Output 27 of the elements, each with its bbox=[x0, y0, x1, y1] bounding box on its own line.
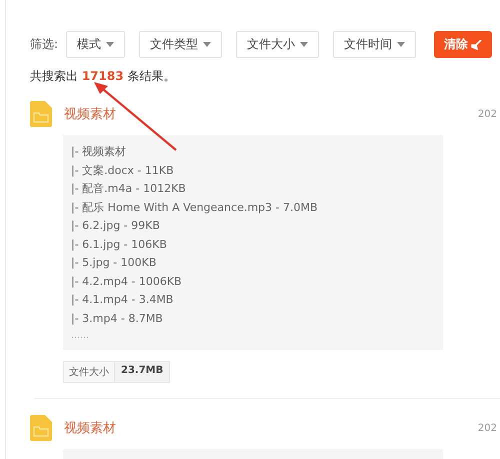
file-entry: |- 4.1.mp4 - 3.4MB bbox=[71, 292, 174, 308]
file-entry: |- 配音.m4a - 1012KB bbox=[71, 181, 187, 197]
filter-dropdown[interactable]: 模式 bbox=[66, 31, 126, 58]
caret-icon bbox=[300, 42, 308, 47]
filter-dropdown[interactable]: 文件类型 bbox=[139, 31, 222, 58]
result-date: 202 bbox=[478, 422, 497, 434]
file-entry: |- 配乐 Home With A Vengeance.mp3 - 7.0MB bbox=[71, 200, 319, 216]
caret-icon bbox=[203, 42, 212, 47]
caret-icon bbox=[397, 42, 406, 47]
file-entry: |- 6.1.jpg - 106KB bbox=[71, 236, 168, 253]
filter-dropdown[interactable]: 文件大小 bbox=[236, 31, 320, 58]
file-entry: |- 4.2.mp4 - 1006KB bbox=[71, 274, 183, 290]
caret-icon bbox=[106, 42, 114, 47]
file-entry: |- 视频素材 bbox=[71, 144, 128, 160]
result-date: 202 bbox=[478, 108, 497, 120]
result-count-text: 共搜索出 17183 条结果。 bbox=[30, 68, 176, 85]
file-entry: |- 文案.docx - 11KB bbox=[71, 162, 175, 179]
filter-label: 筛选: bbox=[30, 36, 58, 53]
folder-file-icon bbox=[30, 415, 52, 441]
file-entry: |- 5.jpg - 100KB bbox=[71, 255, 158, 271]
broom-icon bbox=[471, 40, 482, 50]
file-entry: |- 6.2.jpg - 99KB bbox=[71, 218, 161, 234]
filter-dropdown[interactable]: 文件时间 bbox=[333, 31, 416, 58]
tag-value: 23.7MB bbox=[115, 362, 170, 382]
file-entry: |- 3.mp4 - 8.7MB bbox=[71, 310, 164, 327]
folder-file-icon bbox=[30, 101, 52, 127]
more-ellipsis: …… bbox=[71, 330, 90, 343]
